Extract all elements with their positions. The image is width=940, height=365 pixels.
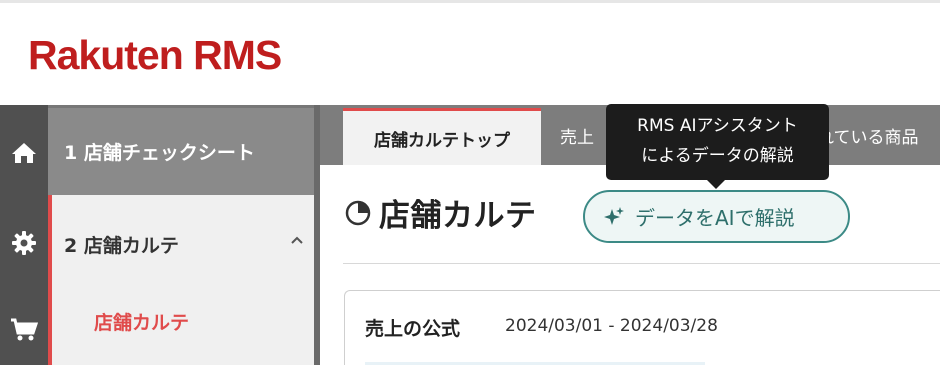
- rakuten-rms-logo[interactable]: Rakuten RMS: [28, 35, 282, 76]
- sparkle-icon: [604, 206, 624, 225]
- sidebar: 1 店舗チェックシート 2 店舗カルテ 店舗カルテ: [48, 105, 318, 365]
- sales-formula-card: 売上の公式 2024/03/01 - 2024/03/28: [344, 290, 940, 365]
- home-icon[interactable]: [0, 132, 48, 174]
- tooltip-line: によるデータの解説: [641, 146, 794, 166]
- tab-karte-top[interactable]: 店舗カルテトップ: [343, 108, 541, 165]
- card-title: 売上の公式: [365, 318, 461, 340]
- chevron-up-icon[interactable]: [290, 235, 304, 245]
- sidebar-subitem-karte[interactable]: 店舗カルテ: [94, 308, 189, 335]
- page-title-row: 店舗カルテ: [343, 190, 537, 235]
- tooltip-line: RMS AIアシスタント: [637, 116, 798, 136]
- pie-chart-icon: [345, 200, 371, 225]
- sidebar-item-label: 2 店舗カルテ: [64, 235, 179, 257]
- tab-label: 店舗カルテトップ: [374, 130, 510, 151]
- gear-icon[interactable]: [0, 222, 48, 264]
- tab-sales[interactable]: 売上: [560, 123, 594, 148]
- tooltip-arrow: [707, 180, 725, 189]
- icon-sidebar: [0, 105, 48, 365]
- cart-icon[interactable]: [0, 309, 48, 351]
- header: Rakuten RMS: [0, 3, 940, 105]
- sidebar-item-checksheet[interactable]: 1 店舗チェックシート: [48, 105, 318, 195]
- ai-tooltip: RMS AIアシスタント によるデータの解説: [606, 104, 829, 180]
- ai-explain-label: データをAIで解説: [635, 206, 795, 230]
- title-divider: [343, 263, 940, 264]
- sidebar-item-karte[interactable]: 2 店舗カルテ 店舗カルテ: [48, 195, 318, 365]
- card-date-range: 2024/03/01 - 2024/03/28: [505, 316, 718, 336]
- tab-products[interactable]: れている商品: [817, 123, 919, 148]
- sidebar-item-label: 1 店舗チェックシート: [64, 142, 255, 164]
- ai-explain-button[interactable]: データをAIで解説: [583, 190, 850, 243]
- page-title: 店舗カルテ: [379, 198, 537, 234]
